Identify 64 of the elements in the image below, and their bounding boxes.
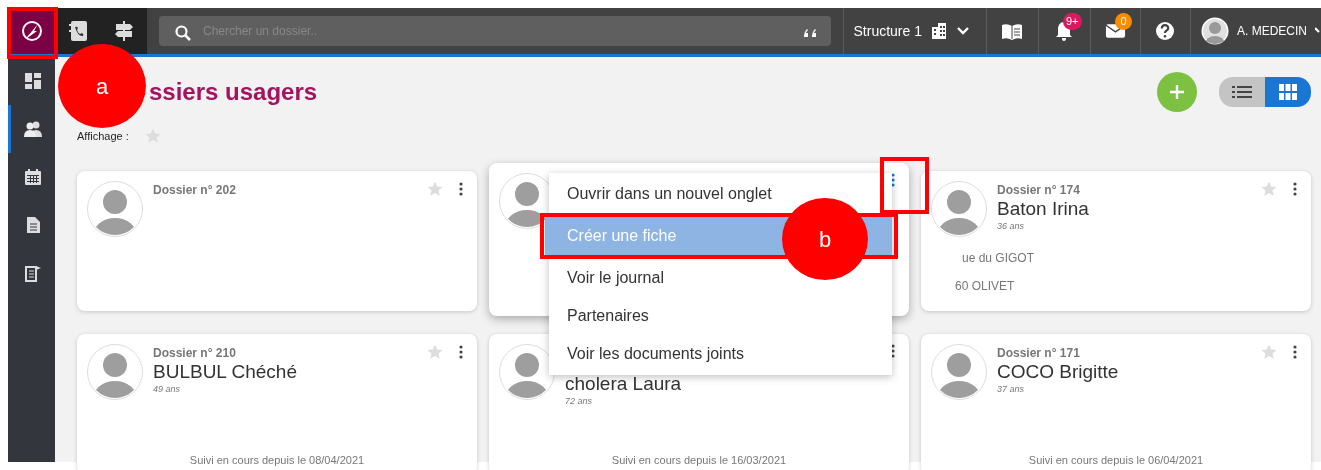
notification-count: 9+ <box>1063 13 1082 30</box>
dossier-number: Dossier n° 174 <box>997 182 1081 199</box>
calendar-icon <box>24 168 42 186</box>
patient-card[interactable]: Dossier n° 171 COCO Brigitte 37 ans Suivi en cours depuis le 06/04/2021 <box>921 334 1311 470</box>
patient-name: Baton Irina <box>997 199 1089 220</box>
star-icon[interactable] <box>1261 344 1277 360</box>
address-line: ue du GIGOT <box>962 250 1036 268</box>
menu-item[interactable]: Ouvrir dans un nouvel onglet <box>563 175 776 213</box>
patient-age: 36 ans <box>997 219 1026 233</box>
display-label: Affichage : <box>77 128 129 144</box>
search-icon <box>175 25 191 41</box>
help-icon[interactable] <box>1155 21 1176 41</box>
menu-item[interactable]: Voir les documents joints <box>563 335 748 373</box>
document-icon <box>24 216 42 234</box>
dashboard-icon <box>24 72 42 90</box>
highlight-frame <box>7 7 58 59</box>
follow-up-date: Suivi en cours depuis le 16/03/2021 <box>610 452 788 468</box>
page-title: ssiers usagers <box>149 77 318 107</box>
patient-age: 49 ans <box>153 382 182 396</box>
logo-icon[interactable] <box>19 19 44 43</box>
quote-icon[interactable] <box>802 28 819 38</box>
patient-card[interactable]: Dossier n° 174 Baton Irina 36 ans ue du GIGOT 60 OLIVET <box>921 171 1311 311</box>
signpost-icon[interactable] <box>113 19 135 43</box>
grid-view-button[interactable] <box>1265 77 1311 107</box>
more-options-icon[interactable] <box>1293 182 1297 196</box>
export-document-icon <box>24 264 42 282</box>
avatar-icon <box>87 181 143 237</box>
avatar-icon <box>1201 17 1229 45</box>
patient-card[interactable]: Dossier n° 202 <box>77 171 477 311</box>
dossier-number: Dossier n° 210 <box>153 345 237 362</box>
menu-item[interactable]: Voir le journal <box>563 259 668 297</box>
message-count: 0 <box>1115 13 1132 30</box>
book-icon[interactable] <box>1001 22 1024 40</box>
follow-up-date: Suivi en cours depuis le 08/04/2021 <box>188 452 366 468</box>
avatar-icon <box>87 344 143 400</box>
patient-age: 37 ans <box>997 382 1026 396</box>
user-menu[interactable]: A. MEDECIN <box>1190 8 1321 54</box>
address-book-icon[interactable] <box>67 19 89 43</box>
list-icon <box>1232 85 1252 99</box>
grid-icon <box>1279 84 1297 100</box>
patient-age: 72 ans <box>565 394 594 408</box>
dossier-number: Dossier n° 202 <box>153 182 236 199</box>
patient-name: cholera Laura <box>565 374 682 395</box>
star-icon[interactable] <box>427 181 443 197</box>
plus-icon <box>1169 84 1185 100</box>
patient-card[interactable]: Dossier n° 210 BULBUL Chéché 49 ans Suivi en cours depuis le 08/04/2021 <box>77 334 477 470</box>
more-options-icon[interactable] <box>459 182 463 196</box>
list-view-button[interactable] <box>1219 77 1265 107</box>
avatar-icon <box>931 181 987 237</box>
avatar-icon <box>931 344 987 400</box>
chevron-down-icon <box>956 26 970 36</box>
building-icon <box>930 22 948 40</box>
follow-up-date: Suivi en cours depuis le 06/04/2021 <box>1027 452 1205 468</box>
star-icon[interactable] <box>427 344 443 360</box>
more-options-icon[interactable] <box>1293 345 1297 359</box>
dossier-number: Dossier n° 171 <box>997 345 1081 362</box>
structure-selector[interactable]: Structure 1 <box>842 8 986 54</box>
patient-name: BULBUL Chéché <box>153 362 297 383</box>
patient-name: COCO Brigitte <box>997 362 1119 383</box>
menu-item[interactable]: Partenaires <box>563 297 653 335</box>
more-options-icon[interactable] <box>459 345 463 359</box>
star-icon[interactable] <box>1261 181 1277 197</box>
address-line: 60 OLIVET <box>955 278 1016 296</box>
users-icon <box>24 120 42 138</box>
